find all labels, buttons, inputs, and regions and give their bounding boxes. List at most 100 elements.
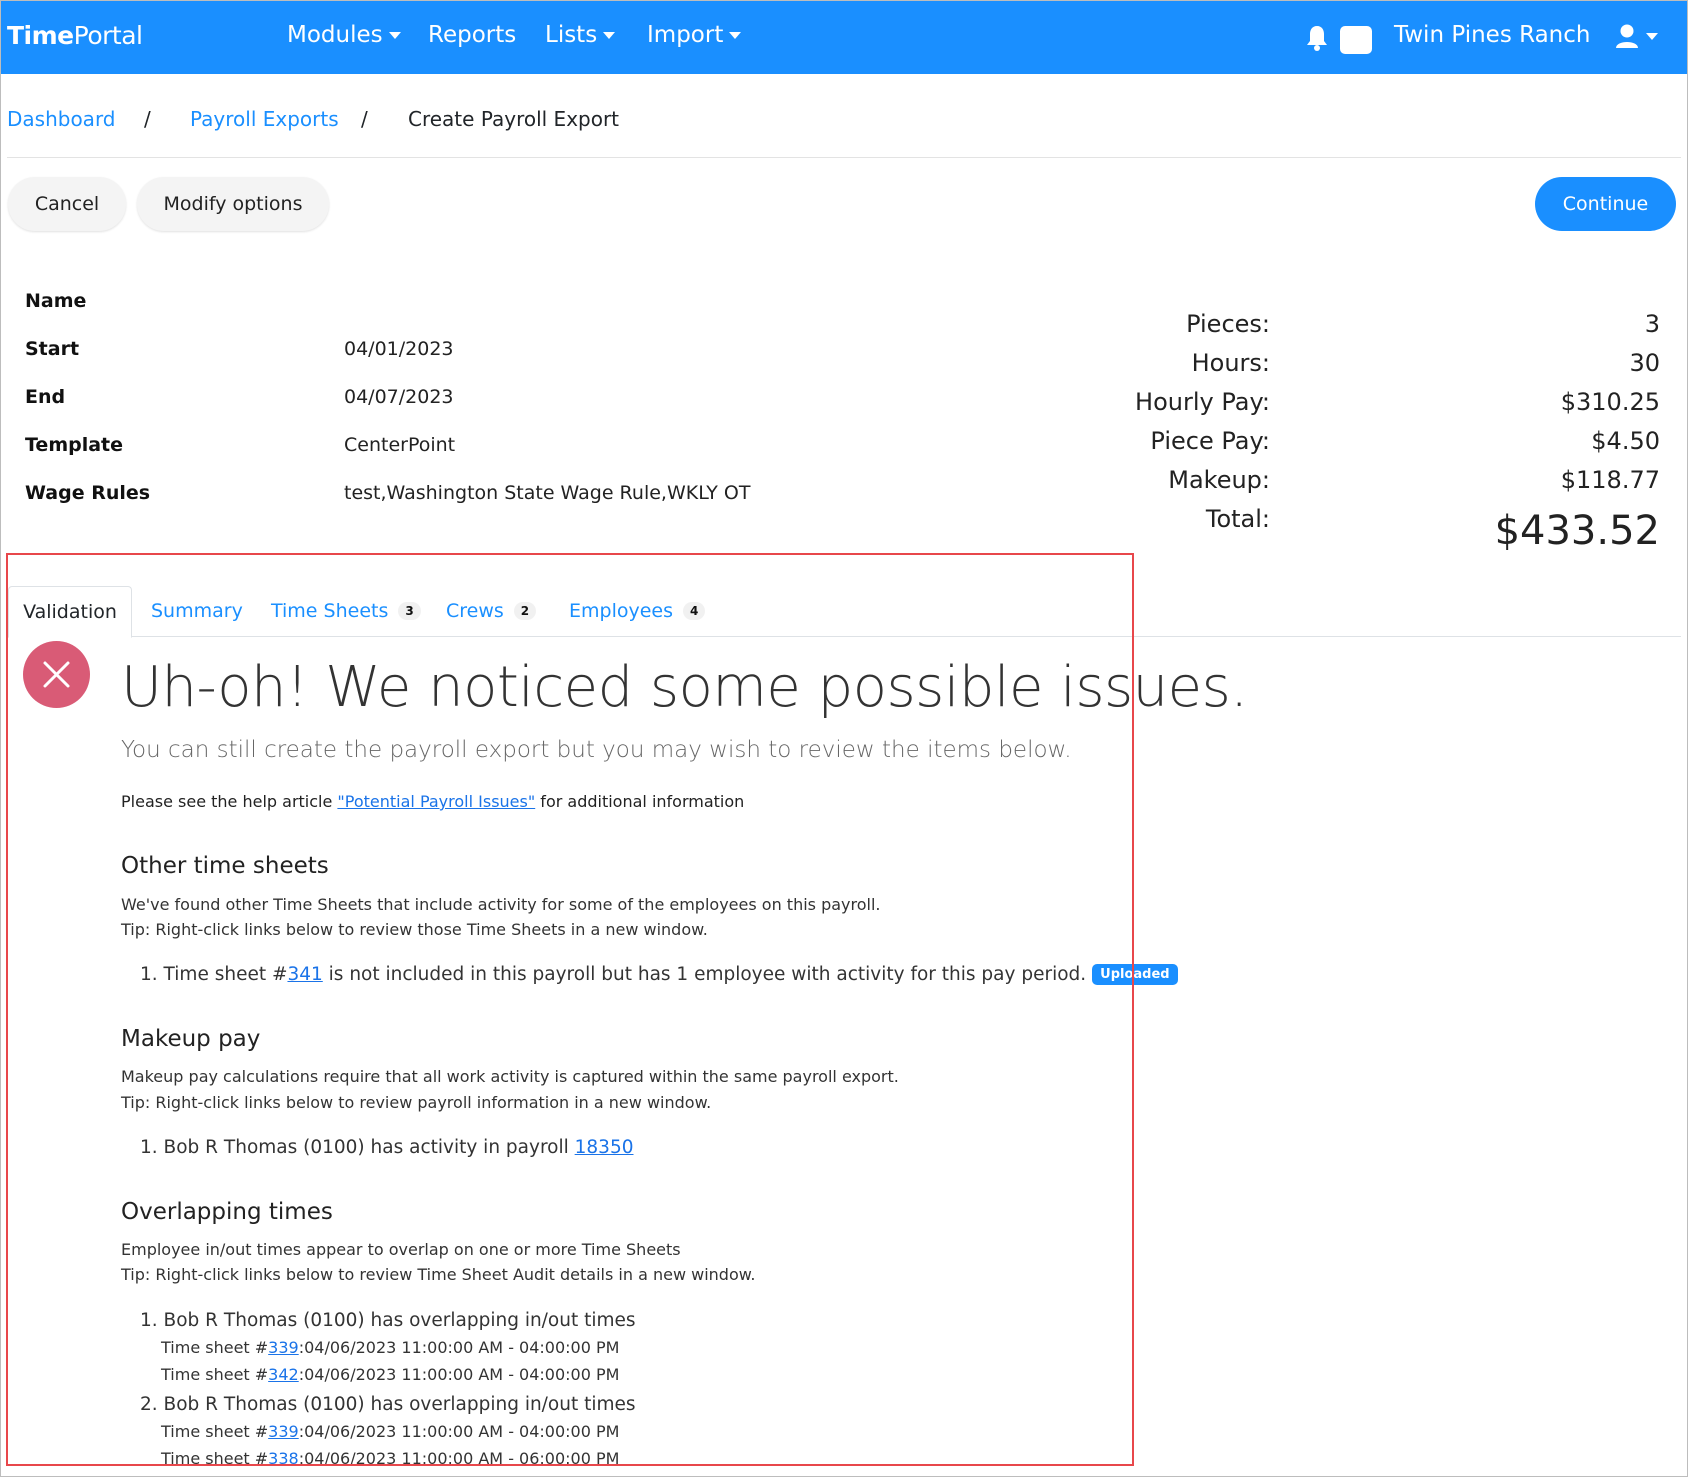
time-sheet-entry: Time sheet #339:04/06/2023 11:00:00 AM -… xyxy=(161,1338,619,1357)
tab-employees-label: Employees xyxy=(569,600,673,622)
brand-bold: Time xyxy=(7,21,74,50)
tab-summary[interactable]: Summary xyxy=(151,586,243,636)
tab-summary-label: Summary xyxy=(151,600,243,622)
tab-count-badge: 3 xyxy=(398,602,421,620)
detail-value-wage-rules: test,Washington State Wage Rule,WKLY OT xyxy=(344,482,751,504)
total-label-pieces: Pieces: xyxy=(1186,310,1270,338)
list-item: 2. Bob R Thomas (0100) has overlapping i… xyxy=(140,1394,636,1415)
help-article-link[interactable]: "Potential Payroll Issues" xyxy=(337,792,535,811)
chat-icon[interactable] xyxy=(1340,26,1372,54)
time-sheet-link[interactable]: 341 xyxy=(287,964,322,985)
total-value-hours: 30 xyxy=(1629,349,1660,377)
nav-modules[interactable]: Modules xyxy=(287,22,401,48)
status-badge: Uploaded xyxy=(1092,964,1178,985)
total-label-hours: Hours: xyxy=(1191,349,1270,377)
tab-employees[interactable]: Employees 4 xyxy=(569,586,706,636)
total-label-hourly-pay: Hourly Pay: xyxy=(1135,388,1270,416)
cancel-button[interactable]: Cancel xyxy=(8,177,126,231)
tabs-divider xyxy=(7,636,1681,637)
time-sheet-entry: Time sheet #342:04/06/2023 11:00:00 AM -… xyxy=(161,1365,619,1384)
time-sheet-prefix: Time sheet # xyxy=(161,1449,269,1468)
nav-lists[interactable]: Lists xyxy=(545,22,616,48)
list-item-text: Bob R Thomas (0100) has overlapping in/o… xyxy=(163,1310,636,1331)
section-desc: Employee in/out times appear to overlap … xyxy=(121,1240,681,1259)
time-sheet-range: :04/06/2023 11:00:00 AM - 04:00:00 PM xyxy=(298,1365,620,1384)
detail-label-wage-rules: Wage Rules xyxy=(25,482,151,504)
section-tip: Tip: Right-click links below to review t… xyxy=(121,920,708,939)
chevron-down-icon xyxy=(388,32,401,39)
detail-label-name: Name xyxy=(25,290,87,312)
section-title-makeup-pay: Makeup pay xyxy=(121,1026,261,1052)
tab-crews[interactable]: Crews 2 xyxy=(446,586,537,636)
nav-import-label: Import xyxy=(647,22,724,48)
time-sheet-entry: Time sheet #339:04/06/2023 11:00:00 AM -… xyxy=(161,1422,619,1441)
list-item-number: 1. xyxy=(140,1310,158,1331)
list-item-text: Bob R Thomas (0100) has activity in payr… xyxy=(163,1137,575,1158)
breadcrumb-payroll-exports[interactable]: Payroll Exports xyxy=(190,107,339,131)
total-value-makeup: $118.77 xyxy=(1560,466,1660,494)
help-text-suffix: for additional information xyxy=(535,792,745,811)
breadcrumb-dashboard[interactable]: Dashboard xyxy=(7,107,116,131)
user-icon[interactable] xyxy=(1615,23,1659,55)
time-sheet-entry: Time sheet #338:04/06/2023 11:00:00 AM -… xyxy=(161,1449,619,1468)
tab-time-sheets[interactable]: Time Sheets 3 xyxy=(271,586,421,636)
total-label-total: Total: xyxy=(1205,505,1270,533)
list-item: 1. Time sheet #341 is not included in th… xyxy=(140,964,1178,985)
time-sheet-prefix: Time sheet # xyxy=(161,1365,269,1384)
section-desc: We've found other Time Sheets that inclu… xyxy=(121,895,881,914)
validation-headline: Uh-oh! We noticed some possible issues. xyxy=(121,655,1248,720)
list-item: 1. Bob R Thomas (0100) has activity in p… xyxy=(140,1137,634,1158)
tab-count-badge: 4 xyxy=(683,602,706,620)
section-tip: Tip: Right-click links below to review p… xyxy=(121,1093,712,1112)
nav-import[interactable]: Import xyxy=(647,22,742,48)
detail-label-start: Start xyxy=(25,338,80,360)
total-label-piece-pay: Piece Pay: xyxy=(1150,427,1270,455)
section-title-overlapping-times: Overlapping times xyxy=(121,1199,333,1225)
help-text-prefix: Please see the help article xyxy=(121,792,338,811)
validation-subhead: You can still create the payroll export … xyxy=(121,737,1072,763)
total-value-pieces: 3 xyxy=(1644,310,1660,338)
time-sheet-prefix: Time sheet # xyxy=(161,1422,269,1441)
detail-value-end: 04/07/2023 xyxy=(344,386,454,408)
list-item-number: 1. xyxy=(140,964,158,985)
detail-value-start: 04/01/2023 xyxy=(344,338,454,360)
detail-value-template: CenterPoint xyxy=(344,434,456,456)
section-title-other-time-sheets: Other time sheets xyxy=(121,853,329,879)
tab-crews-label: Crews xyxy=(446,600,504,622)
time-sheet-range: :04/06/2023 11:00:00 AM - 04:00:00 PM xyxy=(298,1422,620,1441)
bell-icon[interactable] xyxy=(1306,25,1328,55)
breadcrumb-separator: / xyxy=(361,107,368,131)
time-sheet-range: :04/06/2023 11:00:00 AM - 04:00:00 PM xyxy=(298,1338,620,1357)
payroll-link[interactable]: 18350 xyxy=(575,1137,634,1158)
continue-button[interactable]: Continue xyxy=(1535,177,1676,231)
breadcrumb-current: Create Payroll Export xyxy=(408,107,620,131)
list-item-text: Time sheet # xyxy=(163,964,288,985)
organization-name[interactable]: Twin Pines Ranch xyxy=(1394,22,1590,48)
error-close-icon xyxy=(23,641,90,708)
total-value-total: $433.52 xyxy=(1494,508,1660,554)
detail-label-end: End xyxy=(25,386,66,408)
list-item: 1. Bob R Thomas (0100) has overlapping i… xyxy=(140,1310,636,1331)
time-sheet-link[interactable]: 342 xyxy=(268,1365,299,1384)
list-item-text: Bob R Thomas (0100) has overlapping in/o… xyxy=(163,1394,636,1415)
chevron-down-icon xyxy=(729,32,742,39)
total-value-hourly-pay: $310.25 xyxy=(1560,388,1660,416)
brand-logo[interactable]: TimePortal xyxy=(7,21,143,50)
tab-time-sheets-label: Time Sheets xyxy=(271,600,389,622)
time-sheet-link[interactable]: 338 xyxy=(268,1449,299,1468)
brand-light: Portal xyxy=(73,21,143,50)
time-sheet-link[interactable]: 339 xyxy=(268,1422,299,1441)
total-label-makeup: Makeup: xyxy=(1168,466,1270,494)
tab-validation[interactable]: Validation xyxy=(8,586,132,638)
time-sheet-range: :04/06/2023 11:00:00 AM - 06:00:00 PM xyxy=(298,1449,620,1468)
nav-reports[interactable]: Reports xyxy=(428,22,516,48)
help-text: Please see the help article "Potential P… xyxy=(121,792,744,811)
tab-validation-label: Validation xyxy=(23,601,117,623)
breadcrumb-separator: / xyxy=(144,107,151,131)
nav-lists-label: Lists xyxy=(545,22,598,48)
time-sheet-link[interactable]: 339 xyxy=(268,1338,299,1357)
nav-reports-label: Reports xyxy=(428,22,517,48)
list-item-number: 1. xyxy=(140,1137,158,1158)
modify-options-button[interactable]: Modify options xyxy=(137,177,329,231)
nav-modules-label: Modules xyxy=(287,22,383,48)
